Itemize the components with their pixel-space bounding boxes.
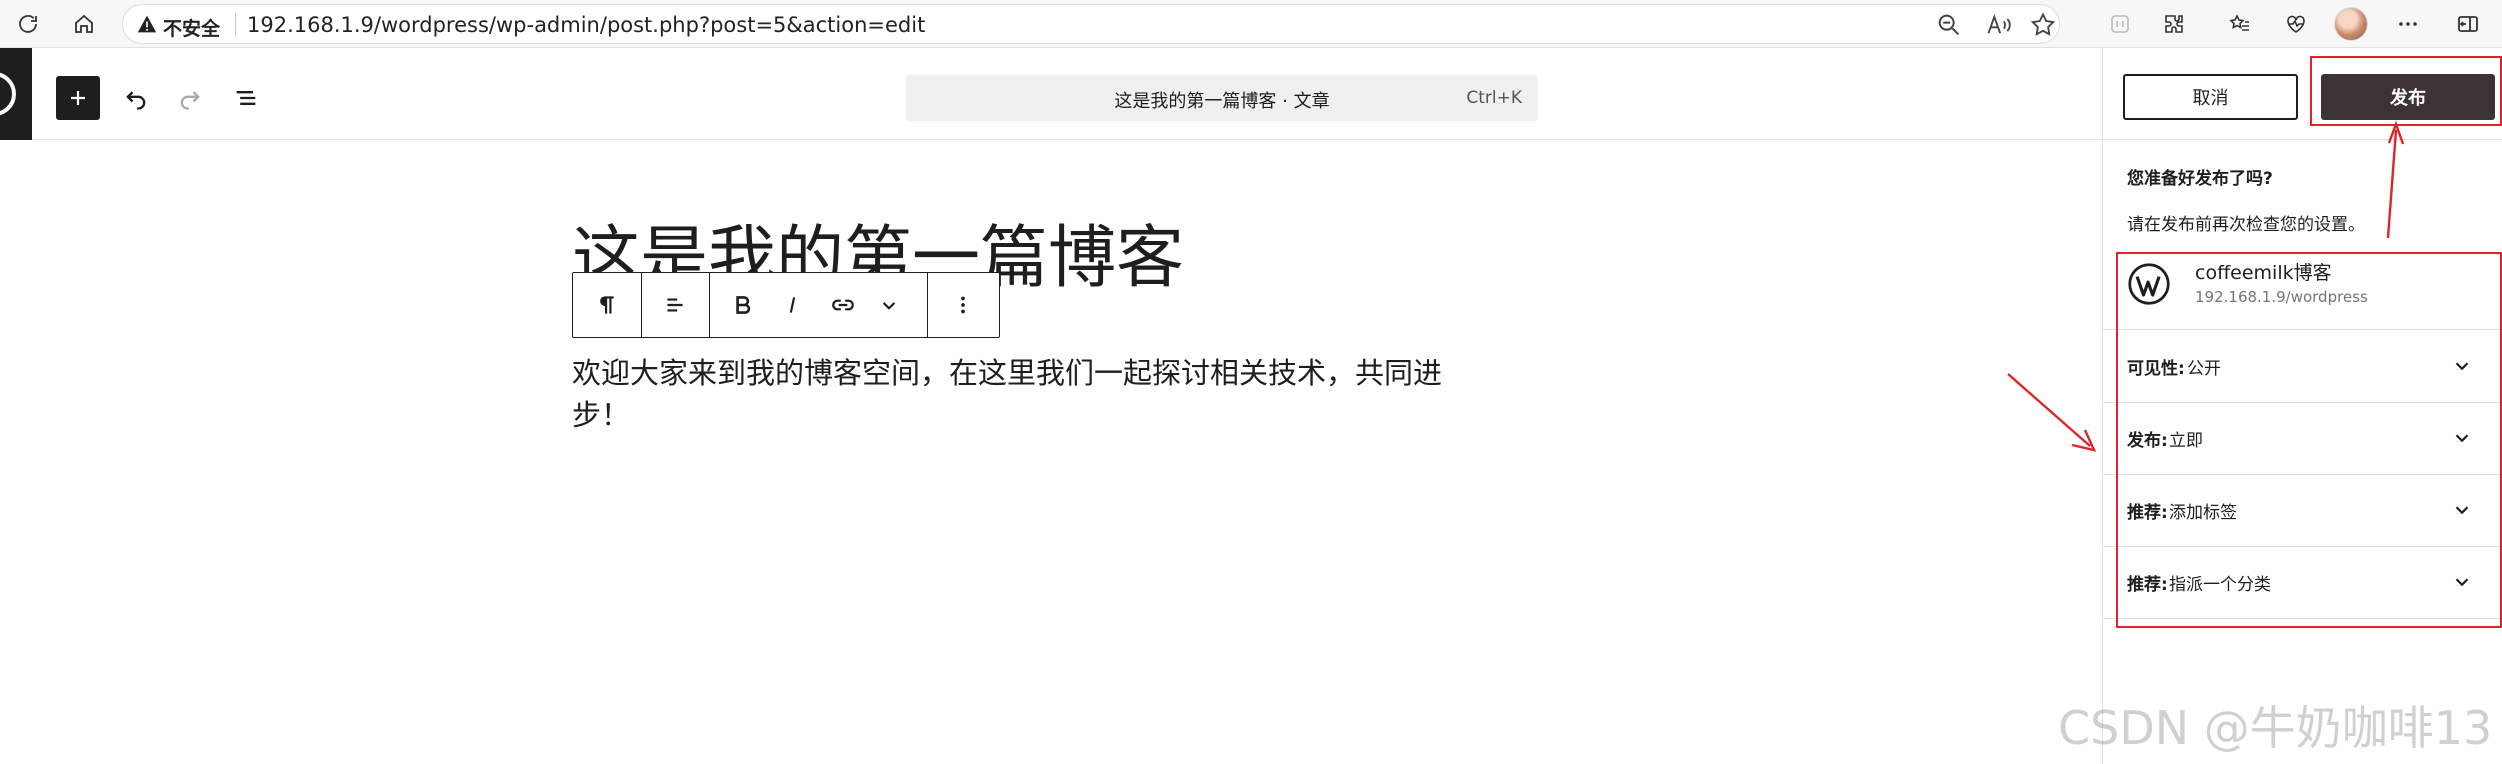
address-divider <box>235 13 236 37</box>
favorite-star-icon[interactable] <box>2029 11 2057 39</box>
redo-icon <box>180 91 200 110</box>
watermark: CSDN @牛奶咖啡13 <box>2058 701 2493 755</box>
bold-icon[interactable] <box>721 283 765 327</box>
health-icon[interactable] <box>2280 8 2312 40</box>
add-block-button[interactable] <box>56 76 100 120</box>
post-paragraph[interactable]: 欢迎大家来到我的博客空间，在这里我们一起探讨相关技术，共同进步！ <box>572 352 1492 436</box>
undo-button[interactable] <box>116 78 156 118</box>
read-aloud-icon[interactable] <box>1985 11 2013 39</box>
cancel-button[interactable]: 取消 <box>2123 74 2298 120</box>
redo-button[interactable] <box>170 78 210 118</box>
annotation-arrow-diagonal <box>2007 373 2091 447</box>
url-text[interactable]: 192.168.1.9/wordpress/wp-admin/post.php?… <box>247 13 925 37</box>
refresh-icon[interactable] <box>12 8 44 40</box>
more-icon[interactable] <box>2392 8 2424 40</box>
split-screen-icon[interactable] <box>2104 8 2136 40</box>
annotation-box-publish <box>2310 56 2502 126</box>
align-icon[interactable] <box>653 283 697 327</box>
block-toolbar <box>572 272 1000 338</box>
warning-icon[interactable] <box>137 14 157 34</box>
browser-toolbar: 不安全 192.168.1.9/wordpress/wp-admin/post.… <box>0 0 2502 48</box>
document-title: 这是我的第一篇博客 · 文章 <box>1114 91 1330 112</box>
document-overview-button[interactable] <box>226 78 266 118</box>
address-bar[interactable]: 不安全 192.168.1.9/wordpress/wp-admin/post.… <box>122 4 2060 44</box>
command-palette-bar[interactable]: 这是我的第一篇博客 · 文章 Ctrl+K <box>906 75 1538 121</box>
wordpress-logo-icon[interactable] <box>0 48 32 140</box>
link-icon[interactable] <box>821 283 865 327</box>
ready-question: 您准备好发布了吗? <box>2127 169 2273 189</box>
list-view-icon <box>236 91 256 105</box>
favorites-list-icon[interactable] <box>2224 8 2256 40</box>
annotation-arrowhead-diagonal <box>2071 429 2097 452</box>
plus-icon <box>71 91 85 105</box>
italic-icon[interactable] <box>771 283 815 327</box>
undo-icon <box>126 91 146 110</box>
sidebar-icon[interactable] <box>2452 8 2484 40</box>
insecure-label[interactable]: 不安全 <box>163 14 220 41</box>
annotation-box-settings <box>2116 252 2502 628</box>
zoom-out-icon[interactable] <box>1935 11 1963 39</box>
options-kebab-icon[interactable] <box>941 283 985 327</box>
paragraph-icon[interactable] <box>583 283 627 327</box>
extensions-icon[interactable] <box>2158 8 2190 40</box>
more-formats-chevron-icon[interactable] <box>867 283 911 327</box>
ready-hint: 请在发布前再次检查您的设置。 <box>2127 215 2365 235</box>
avatar[interactable] <box>2334 7 2368 41</box>
shortcut-hint: Ctrl+K <box>1466 88 1522 108</box>
home-icon[interactable] <box>68 8 100 40</box>
